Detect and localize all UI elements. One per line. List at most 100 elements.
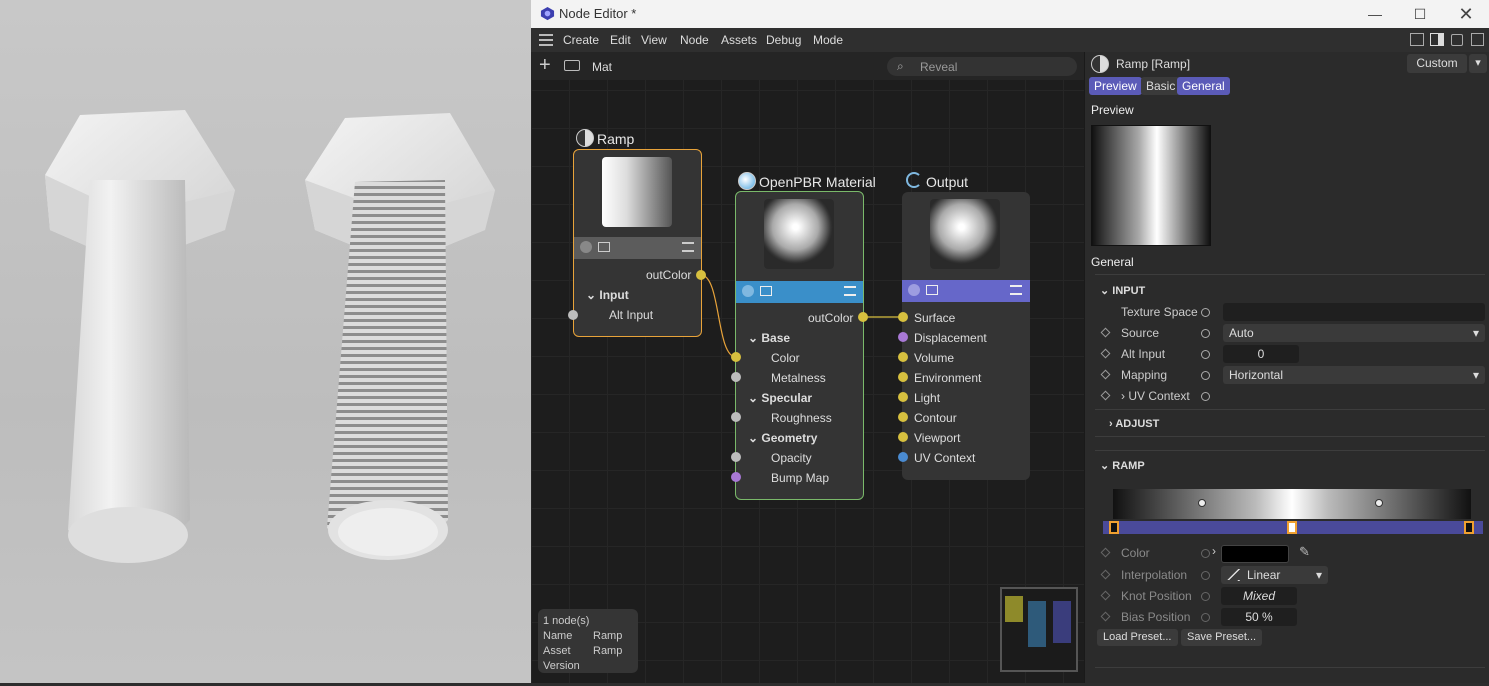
output-surface-port[interactable] [898,312,908,322]
menu-edit[interactable]: Edit [610,33,631,47]
tab-general[interactable]: General [1177,77,1230,95]
ramp-node-title[interactable]: Ramp [597,131,634,147]
close-icon[interactable]: ✕ [1456,4,1476,24]
maximize-icon[interactable]: ☐ [1410,4,1430,24]
material-node-strip [736,281,863,303]
ramp-group-input[interactable]: ⌄ Input [586,288,629,302]
material-node[interactable]: outColor ⌄ Base Color Metalness ⌄ Specul… [735,191,864,500]
ramp-outcolor-port[interactable] [696,270,706,280]
output-contour-port[interactable] [898,412,908,422]
app-icon [540,6,555,21]
load-preset-button[interactable]: Load Preset... [1097,629,1178,646]
graph-minimap[interactable] [1000,587,1078,672]
knot-middle[interactable] [1287,521,1297,534]
save-preset-button[interactable]: Save Preset... [1181,629,1263,646]
output-port-contour: Contour [914,411,957,425]
material-group-specular[interactable]: ⌄ Specular [748,391,812,405]
menu-debug[interactable]: Debug [766,33,801,47]
output-node[interactable]: Surface Displacement Volume Environment … [902,192,1030,480]
output-viewport-port[interactable] [898,432,908,442]
popout-icon[interactable] [1471,33,1484,46]
keyframe-diamond-icon[interactable] [1100,590,1111,601]
knot-right[interactable] [1464,521,1474,534]
minimize-icon[interactable]: — [1365,4,1385,24]
menu-mode[interactable]: Mode [813,33,843,47]
section-input-toggle[interactable]: ⌄ INPUT [1100,284,1145,297]
ramp-node[interactable]: outColor ⌄ Input Alt Input [573,149,702,337]
bias-handle-right[interactable] [1375,499,1383,507]
keyframe-diamond-icon[interactable] [1100,369,1111,380]
keyframe-diamond-icon[interactable] [1100,348,1111,359]
uv-context-toggle[interactable]: › UV Context [1121,389,1190,403]
bias-handle-left[interactable] [1198,499,1206,507]
output-port-volume: Volume [914,351,955,365]
material-metalness-port[interactable] [731,372,741,382]
material-color-port[interactable] [731,352,741,362]
lock-icon[interactable] [1451,34,1463,46]
layout-dropdown-icon[interactable]: ▾ [1469,54,1487,73]
ramp-gradient[interactable] [1113,489,1471,519]
material-group-base[interactable]: ⌄ Base [748,331,790,345]
keyframe-diamond-icon[interactable] [1100,611,1111,622]
layout-left-icon[interactable] [1410,33,1424,46]
material-opacity-port[interactable] [731,452,741,462]
animate-ring-icon[interactable] [1201,308,1210,317]
material-roughness-port[interactable] [731,412,741,422]
knot-left[interactable] [1109,521,1119,534]
menu-view[interactable]: View [641,33,667,47]
mapping-dropdown[interactable]: Horizontal ▾ [1223,366,1485,384]
source-dropdown[interactable]: Auto ▾ [1223,324,1485,342]
ramp-port-alt-input: Alt Input [609,308,654,322]
ramp-out-port-label: outColor [646,268,692,282]
output-node-title[interactable]: Output [926,174,968,190]
animate-ring-icon[interactable] [1201,350,1210,359]
keyframe-diamond-icon[interactable] [1100,390,1111,401]
node-graph-canvas[interactable]: + Mat ⌕ Reveal Ramp outColor ⌄ Input Alt [531,52,1084,683]
interpolation-dropdown[interactable]: Linear ▾ [1221,566,1328,584]
menu-node[interactable]: Node [680,33,709,47]
menu-create[interactable]: Create [563,33,599,47]
animate-ring-icon[interactable] [1201,571,1210,580]
tab-basic[interactable]: Basic [1141,77,1181,95]
alt-input-field[interactable]: 0 [1223,345,1299,363]
output-displacement-port[interactable] [898,332,908,342]
node-menu-icon[interactable] [1010,285,1022,295]
node-menu-icon[interactable] [682,242,694,252]
material-group-geometry[interactable]: ⌄ Geometry [748,431,817,445]
output-environment-port[interactable] [898,372,908,382]
section-ramp-toggle[interactable]: ⌄ RAMP [1100,459,1145,472]
hamburger-menu-icon[interactable] [539,34,553,46]
title-bar: Node Editor * — ☐ ✕ [531,0,1489,28]
keyframe-diamond-icon[interactable] [1100,327,1111,338]
output-light-port[interactable] [898,392,908,402]
material-bump-map-port[interactable] [731,472,741,482]
section-adjust-toggle[interactable]: › ADJUST [1109,418,1159,430]
node-menu-icon[interactable] [844,286,856,296]
render-viewport [0,0,531,683]
knot-color-swatch[interactable] [1221,545,1289,563]
menu-assets[interactable]: Assets [721,33,757,47]
keyframe-diamond-icon[interactable] [1100,547,1111,558]
animate-ring-icon[interactable] [1201,392,1210,401]
bias-position-field[interactable]: 50 % [1221,608,1297,626]
material-node-title[interactable]: OpenPBR Material [759,174,876,190]
animate-ring-icon[interactable] [1201,329,1210,338]
knot-position-field[interactable]: Mixed [1221,587,1297,605]
texture-space-field[interactable] [1223,303,1485,321]
layout-right-icon[interactable] [1430,33,1444,46]
chevron-right-icon[interactable]: › [1212,544,1216,558]
material-outcolor-port[interactable] [858,312,868,322]
animate-ring-icon[interactable] [1201,549,1210,558]
layout-preset-button[interactable]: Custom [1407,54,1467,73]
linear-curve-icon [1227,569,1241,581]
output-uv-context-port[interactable] [898,452,908,462]
tab-preview[interactable]: Preview [1089,77,1142,95]
animate-ring-icon[interactable] [1201,371,1210,380]
animate-ring-icon[interactable] [1201,613,1210,622]
keyframe-diamond-icon[interactable] [1100,569,1111,580]
animate-ring-icon[interactable] [1201,592,1210,601]
eyedropper-icon[interactable]: ✎ [1299,544,1310,560]
separator [1095,436,1485,437]
output-volume-port[interactable] [898,352,908,362]
ramp-alt-input-port[interactable] [568,310,578,320]
